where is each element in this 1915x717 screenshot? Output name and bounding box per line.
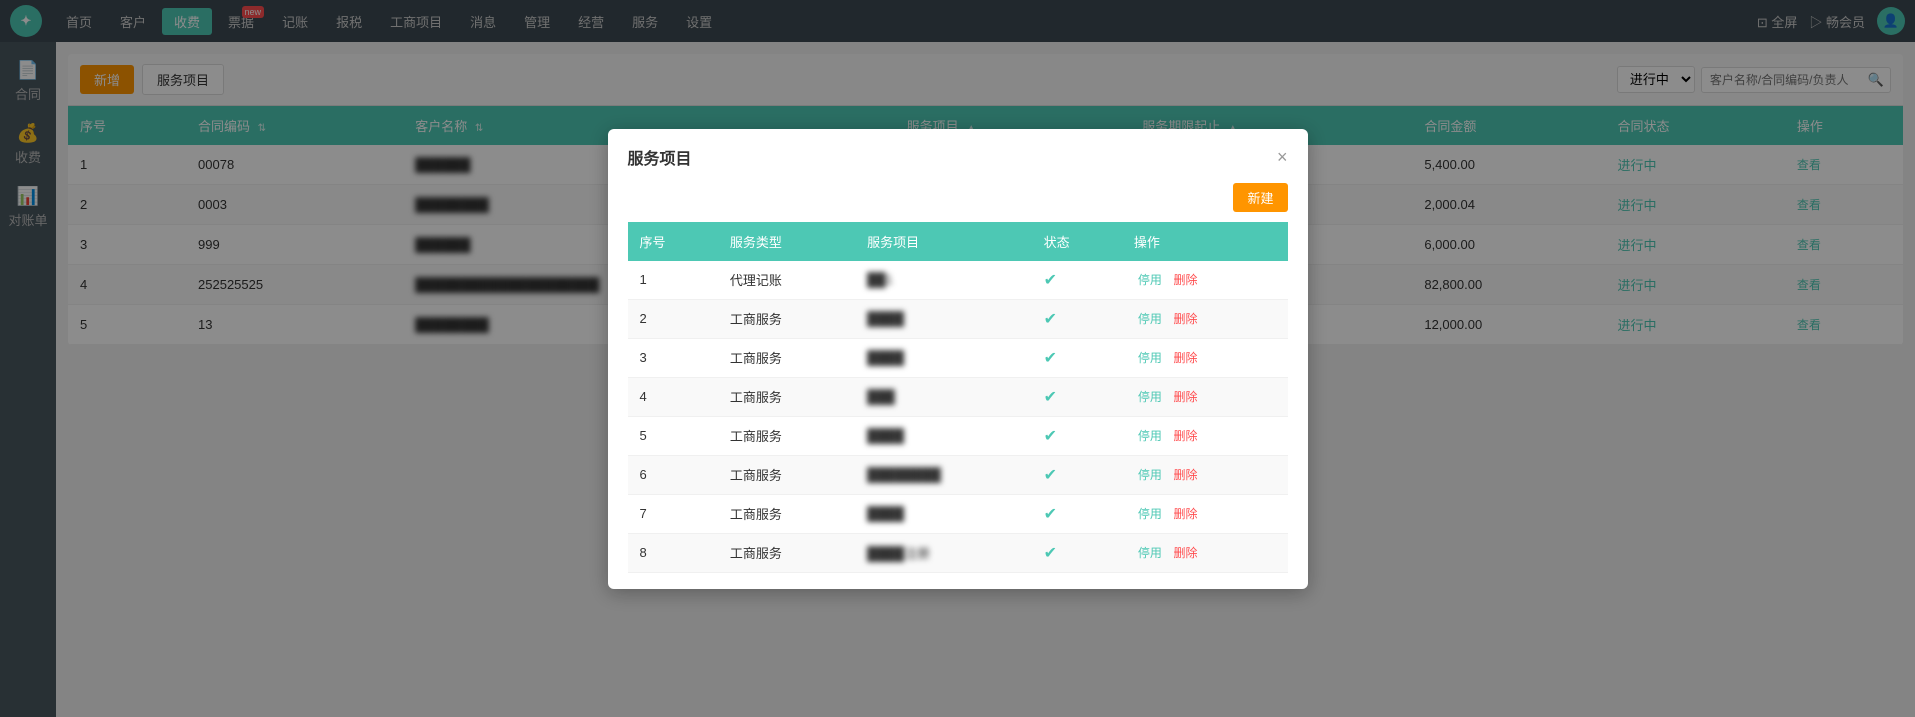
modal-cell-action: 停用 删除 xyxy=(1122,299,1288,338)
modal-cell-status: ✔ xyxy=(1032,261,1122,300)
delete-button[interactable]: 删除 xyxy=(1170,310,1202,327)
modal-cell-type: 工商服务 xyxy=(718,299,855,338)
modal-cell-type: 工商服务 xyxy=(718,533,855,572)
modal-toolbar: 新建 xyxy=(608,177,1308,222)
modal-cell-status: ✔ xyxy=(1032,338,1122,377)
modal-cell-type: 工商服务 xyxy=(718,455,855,494)
modal-table-row: 4 工商服务 ███ ✔ 停用 删除 xyxy=(628,377,1288,416)
modal-col-status: 状态 xyxy=(1032,222,1122,261)
modal-cell-id: 3 xyxy=(628,338,718,377)
modal-cell-action: 停用 删除 xyxy=(1122,416,1288,455)
stop-button[interactable]: 停用 xyxy=(1134,388,1166,405)
delete-button[interactable]: 删除 xyxy=(1170,349,1202,366)
modal-col-id: 序号 xyxy=(628,222,718,261)
stop-button[interactable]: 停用 xyxy=(1134,544,1166,561)
modal-close-button[interactable]: × xyxy=(1277,148,1288,166)
modal-cell-item: ███ xyxy=(855,377,1031,416)
modal-table-row: 7 工商服务 ████ ✔ 停用 删除 xyxy=(628,494,1288,533)
modal-cell-item: ██1 xyxy=(855,261,1031,300)
modal-cell-id: 6 xyxy=(628,455,718,494)
delete-button[interactable]: 删除 xyxy=(1170,466,1202,483)
modal-table-row: 3 工商服务 ████ ✔ 停用 删除 xyxy=(628,338,1288,377)
service-modal: 服务项目 × 新建 序号 服务类型 服务项目 状态 操作 1 代理记账 xyxy=(608,129,1308,589)
service-items-table: 序号 服务类型 服务项目 状态 操作 1 代理记账 ██1 ✔ 停用 删除 2 … xyxy=(628,222,1288,573)
modal-cell-status: ✔ xyxy=(1032,299,1122,338)
modal-cell-action: 停用 删除 xyxy=(1122,494,1288,533)
modal-cell-id: 7 xyxy=(628,494,718,533)
delete-button[interactable]: 删除 xyxy=(1170,427,1202,444)
modal-cell-item: ████ xyxy=(855,494,1031,533)
modal-table-row: 1 代理记账 ██1 ✔ 停用 删除 xyxy=(628,261,1288,300)
modal-cell-item: ████ xyxy=(855,299,1031,338)
stop-button[interactable]: 停用 xyxy=(1134,271,1166,288)
modal-table-row: 6 工商服务 ████████ ✔ 停用 删除 xyxy=(628,455,1288,494)
stop-button[interactable]: 停用 xyxy=(1134,310,1166,327)
delete-button[interactable]: 删除 xyxy=(1170,388,1202,405)
modal-cell-item: ████注册 xyxy=(855,533,1031,572)
modal-col-type: 服务类型 xyxy=(718,222,855,261)
modal-cell-id: 1 xyxy=(628,261,718,300)
modal-cell-status: ✔ xyxy=(1032,494,1122,533)
delete-button[interactable]: 删除 xyxy=(1170,271,1202,288)
modal-table-row: 8 工商服务 ████注册 ✔ 停用 删除 xyxy=(628,533,1288,572)
modal-cell-action: 停用 删除 xyxy=(1122,261,1288,300)
stop-button[interactable]: 停用 xyxy=(1134,349,1166,366)
modal-cell-id: 4 xyxy=(628,377,718,416)
stop-button[interactable]: 停用 xyxy=(1134,505,1166,522)
modal-cell-id: 8 xyxy=(628,533,718,572)
modal-cell-action: 停用 删除 xyxy=(1122,455,1288,494)
modal-table-row: 5 工商服务 ████ ✔ 停用 删除 xyxy=(628,416,1288,455)
modal-cell-action: 停用 删除 xyxy=(1122,377,1288,416)
modal-body: 序号 服务类型 服务项目 状态 操作 1 代理记账 ██1 ✔ 停用 删除 2 … xyxy=(608,222,1308,589)
modal-cell-id: 2 xyxy=(628,299,718,338)
modal-cell-item: ████ xyxy=(855,416,1031,455)
modal-cell-action: 停用 删除 xyxy=(1122,338,1288,377)
modal-cell-item: ████████ xyxy=(855,455,1031,494)
modal-header: 服务项目 × xyxy=(608,129,1308,177)
modal-cell-type: 工商服务 xyxy=(718,416,855,455)
modal-cell-type: 工商服务 xyxy=(718,338,855,377)
modal-overlay[interactable]: 服务项目 × 新建 序号 服务类型 服务项目 状态 操作 1 代理记账 xyxy=(0,0,1915,717)
modal-cell-type: 代理记账 xyxy=(718,261,855,300)
modal-cell-item: ████ xyxy=(855,338,1031,377)
modal-col-action: 操作 xyxy=(1122,222,1288,261)
modal-cell-status: ✔ xyxy=(1032,455,1122,494)
stop-button[interactable]: 停用 xyxy=(1134,466,1166,483)
modal-cell-type: 工商服务 xyxy=(718,494,855,533)
modal-col-item: 服务项目 xyxy=(855,222,1031,261)
modal-cell-type: 工商服务 xyxy=(718,377,855,416)
modal-cell-status: ✔ xyxy=(1032,533,1122,572)
modal-table-row: 2 工商服务 ████ ✔ 停用 删除 xyxy=(628,299,1288,338)
modal-header-row: 序号 服务类型 服务项目 状态 操作 xyxy=(628,222,1288,261)
modal-cell-status: ✔ xyxy=(1032,377,1122,416)
modal-title: 服务项目 xyxy=(628,145,692,169)
delete-button[interactable]: 删除 xyxy=(1170,544,1202,561)
modal-new-button[interactable]: 新建 xyxy=(1233,183,1287,212)
delete-button[interactable]: 删除 xyxy=(1170,505,1202,522)
stop-button[interactable]: 停用 xyxy=(1134,427,1166,444)
modal-cell-id: 5 xyxy=(628,416,718,455)
modal-cell-action: 停用 删除 xyxy=(1122,533,1288,572)
modal-cell-status: ✔ xyxy=(1032,416,1122,455)
